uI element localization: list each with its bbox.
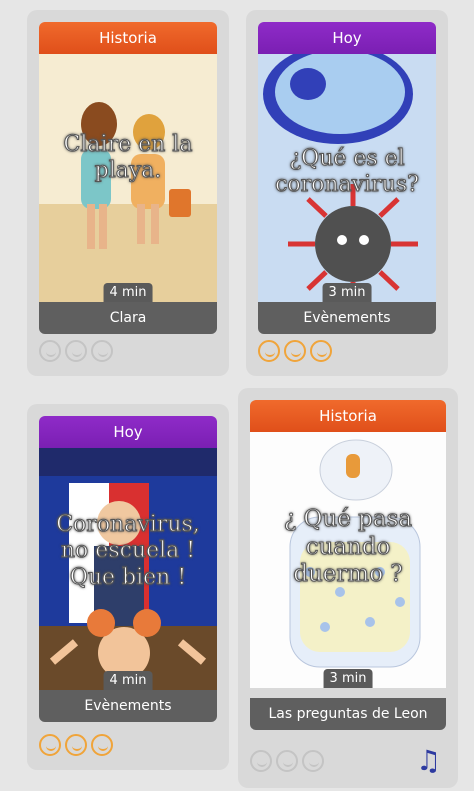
smiley-icon[interactable] (91, 340, 113, 362)
story-card-coronavirus[interactable]: Hoy ¿Qué es el coronavirus? 3 min Evèneme… (246, 10, 448, 376)
duration-badge: 4 min (103, 671, 153, 690)
rating[interactable] (39, 340, 113, 362)
category-badge: Hoy (39, 416, 217, 448)
story-thumbnail[interactable]: Coronavirus, no escuela ! Que bien ! 4 min (39, 448, 217, 690)
story-card-claire[interactable]: Historia Claire en la playa. 4 min Clara (27, 10, 229, 376)
rating[interactable] (250, 750, 324, 772)
smiley-icon[interactable] (91, 734, 113, 756)
rating[interactable] (258, 340, 332, 362)
story-card-no-escuela[interactable]: Hoy Coronavirus, no escuela ! Que bien ! 4… (27, 404, 229, 770)
story-thumbnail[interactable]: Claire en la playa. 4 min (39, 54, 217, 302)
story-title: Claire en la playa. (63, 131, 193, 184)
smiley-icon[interactable] (250, 750, 272, 772)
duration-badge: 4 min (103, 283, 153, 302)
smiley-icon[interactable] (302, 750, 324, 772)
story-title: ¿Qué es el coronavirus? (275, 145, 420, 198)
story-author: Evènements (39, 690, 217, 722)
smiley-icon[interactable] (310, 340, 332, 362)
duration-badge: 3 min (322, 283, 372, 302)
category-badge: Historia (39, 22, 217, 54)
story-author: Las preguntas de Leon (250, 698, 446, 730)
music-note-icon[interactable]: ♫ (416, 744, 441, 777)
smiley-icon[interactable] (276, 750, 298, 772)
duration-badge: 3 min (323, 669, 373, 688)
category-badge: Hoy (258, 22, 436, 54)
story-author: Clara (39, 302, 217, 334)
smiley-icon[interactable] (65, 734, 87, 756)
smiley-icon[interactable] (65, 340, 87, 362)
story-author: Evènements (258, 302, 436, 334)
story-thumbnail[interactable]: ¿ Qué pasa cuando duermo ? 3 min (250, 432, 446, 688)
smiley-icon[interactable] (39, 340, 61, 362)
story-thumbnail[interactable]: ¿Qué es el coronavirus? 3 min (258, 54, 436, 302)
story-title: Coronavirus, no escuela ! Que bien ! (56, 511, 201, 590)
story-title: ¿ Qué pasa cuando duermo ? (283, 506, 413, 588)
story-card-duermo[interactable]: Historia ¿ Qué pasa cuando duermo ? 3 min … (238, 388, 458, 788)
smiley-icon[interactable] (39, 734, 61, 756)
category-badge: Historia (250, 400, 446, 432)
smiley-icon[interactable] (284, 340, 306, 362)
rating[interactable] (39, 734, 113, 756)
smiley-icon[interactable] (258, 340, 280, 362)
